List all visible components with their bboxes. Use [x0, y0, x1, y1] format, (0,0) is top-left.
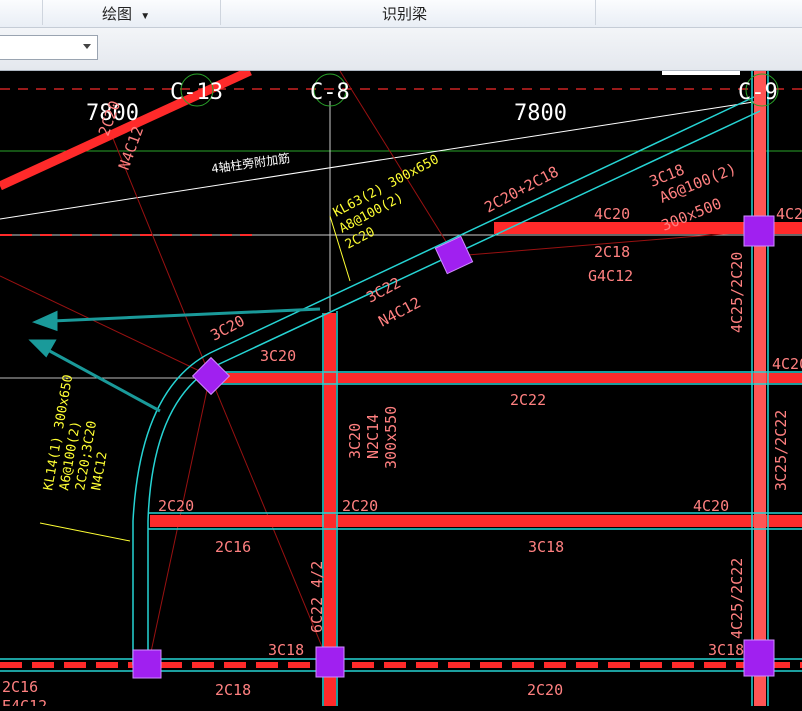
rebar-label: 3C18 [268, 641, 304, 659]
rebar-label: 300x550 [382, 406, 400, 469]
ribbon-bar: 绘图 ▼ 识别梁 [0, 0, 802, 28]
recognize-beam-group[interactable]: 识别梁 [382, 3, 427, 24]
rebar-label: 4C2 [776, 205, 802, 223]
column[interactable] [191, 356, 231, 396]
draw-group-menu[interactable]: 绘图 ▼ [102, 3, 150, 24]
rebar-label: 2C20 [527, 681, 563, 699]
draw-group-label: 绘图 [102, 6, 133, 23]
cad-drawing-canvas[interactable]: C-13 C-8 C-9 7800 7800 4轴柱旁附加筋 KL63(2) 3… [0, 66, 802, 711]
rebar-label: 3C18 [708, 641, 744, 659]
rebar-label: 2C22 [510, 391, 546, 409]
rebar-label: 3C20 [346, 423, 364, 459]
rebar-label: 2C20 [342, 497, 378, 515]
axis-label-c13: C-13 [170, 80, 223, 105]
rebar-label: 4C25/2C20 [728, 252, 746, 333]
rebar-label: 3C20 [260, 347, 296, 365]
rebar-labels: 2C20 N4C12 2C20+2C18 3C18 A6@100(2) 300x… [2, 98, 802, 711]
toolbar [0, 28, 802, 71]
rebar-label: 2C20+2C18 [481, 162, 561, 216]
rebar-label: 3C20 [207, 312, 247, 345]
layer-combo[interactable] [0, 35, 98, 60]
column[interactable] [132, 649, 162, 679]
recognize-beam-label: 识别梁 [382, 6, 428, 23]
rebar-label: 3C18 [528, 538, 564, 556]
axis-bubbles [180, 73, 779, 107]
rebar-label: 3C25/2C22 [772, 410, 790, 491]
rebar-label: 4C20 [772, 355, 802, 373]
ribbon-separator [42, 0, 43, 25]
ribbon-separator [595, 0, 596, 25]
rebar-label: N2C14 [364, 414, 382, 459]
rebar-label: 4C25/2C22 [728, 558, 746, 639]
rebar-label: 2C16 [215, 538, 251, 556]
tag-leader [39, 522, 131, 542]
arrow-head-icon [31, 310, 58, 332]
rebar-label: G4C12 [588, 267, 633, 285]
chevron-down-icon[interactable] [83, 44, 91, 49]
pointer-arrow [51, 307, 321, 323]
rebar-label: 2C16 [2, 678, 38, 696]
rebar-label: 2C18 [594, 243, 630, 261]
note-text: 4轴柱旁附加筋 [210, 150, 291, 176]
rebar-label: 6C22 4/2 [308, 561, 326, 633]
dropdown-arrow-icon: ▼ [140, 11, 151, 22]
rebar-label: 2C20 [158, 497, 194, 515]
aux-line [0, 275, 211, 377]
drawing-svg: C-13 C-8 C-9 7800 7800 4轴柱旁附加筋 KL63(2) 3… [0, 66, 802, 711]
rebar-label: 2C18 [215, 681, 251, 699]
axis-label-c8: C-8 [310, 80, 350, 105]
dimension-tick [662, 71, 740, 75]
dimension-text: 7800 [514, 101, 567, 126]
column[interactable] [434, 235, 474, 275]
ribbon-separator [220, 0, 221, 25]
axis-label-c9: C-9 [738, 80, 778, 105]
column[interactable] [743, 639, 775, 677]
columns [132, 215, 775, 679]
rebar-label: 4C20 [594, 205, 630, 223]
rebar-label: 4C20 [693, 497, 729, 515]
column[interactable] [315, 646, 345, 678]
rebar-label: E4C12 [2, 697, 47, 706]
column[interactable] [743, 215, 775, 247]
